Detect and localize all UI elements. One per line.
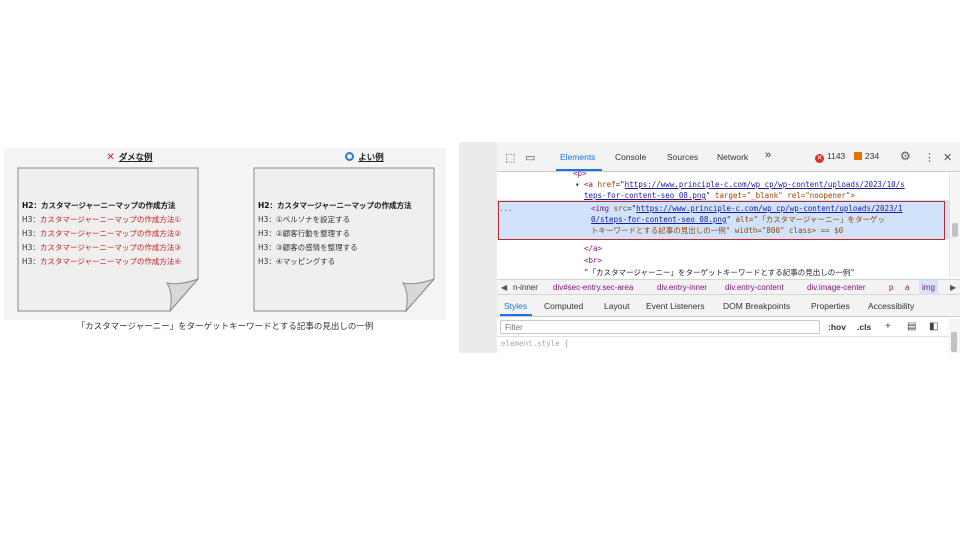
bad-h3-heading: H3：カスタマージャーニーマップの作成方法④ [22,257,182,266]
tab-computed[interactable]: Computed [544,301,583,311]
dom-node-p[interactable]: <p> [573,168,587,179]
dom-text-node[interactable]: "「カスタマージャーニー」をターゲットキーワードとする記事の見出しの一例" [584,267,855,278]
active-subtab-indicator [500,314,532,316]
tab-network[interactable]: Network [717,152,748,162]
breadcrumb-item[interactable]: div.entry-inner [657,283,707,292]
warning-icon [854,152,862,160]
bad-h3-heading: H3：カスタマージャーニーマップの作成方法② [22,229,182,238]
dom-node-a-cont: teps-for-content-seo_08.png" target="_bl… [584,191,855,200]
error-icon: ✕ [815,154,824,163]
cls-button[interactable]: .cls [857,322,871,332]
tab-layout[interactable]: Layout [604,301,630,311]
breadcrumb: ◀ n-inner div#sec-entry.sec-area div.ent… [497,279,960,295]
scrollbar-thumb[interactable] [952,223,958,237]
bad-h3-heading: H3：カスタマージャーニーマップの作成方法① [22,215,182,224]
dom-node-a-close[interactable]: </a> [584,243,602,254]
breadcrumb-item[interactable]: p [889,283,893,292]
bad-h3-heading: H3：カスタマージャーニーマップの作成方法③ [22,243,182,252]
styles-scrollbar[interactable] [949,318,960,353]
dom-node-br[interactable]: <br> [584,255,602,266]
device-toolbar-icon[interactable]: ▭ [525,151,535,164]
breadcrumb-item[interactable]: div#sec-entry.sec-area [553,283,633,292]
good-h3-heading: H3：②顧客行動を整理する [258,229,351,238]
tab-console[interactable]: Console [615,152,646,162]
breadcrumb-item-active[interactable]: img [919,280,938,295]
good-h2-heading: H2：カスタマージャーニーマップの作成方法 [258,201,412,210]
paint-brush-icon[interactable]: ▤ [907,321,916,332]
toggle-sidebar-icon[interactable]: ◧ [929,321,938,332]
breadcrumb-item[interactable]: n-inner [513,283,538,292]
hov-button[interactable]: :hov [828,322,846,332]
devtools-toolbar: ⬚ ▭ Elements Console Sources Network » ✕… [497,142,960,172]
devtools-panel: ⬚ ▭ Elements Console Sources Network » ✕… [497,142,960,353]
breadcrumb-item[interactable]: div.image-center [807,283,866,292]
tab-dom-breakpoints[interactable]: DOM Breakpoints [723,301,790,311]
tab-elements[interactable]: Elements [560,152,595,162]
styles-filter-bar: :hov .cls + ▤ ◧ [497,318,960,337]
good-h3-heading: H3：①ペルソナを設定する [258,215,351,224]
inspect-element-icon[interactable]: ⬚ [505,151,515,164]
tab-sources[interactable]: Sources [667,152,698,162]
tab-styles[interactable]: Styles [504,301,527,311]
bad-example-title: ✕ ダメな例 [52,151,207,163]
error-count-badge[interactable]: ✕ 1143 [815,151,845,163]
good-example-note: H2：カスタマージャーニーマップの作成方法 H3：①ペルソナを設定する H3：②… [253,167,436,312]
warning-count-badge[interactable]: 234 [854,151,879,161]
element-style-rule[interactable]: element.style { [501,339,569,348]
tab-accessibility[interactable]: Accessibility [868,301,914,311]
figure-caption: 「カスタマージャーニー」をターゲットキーワードとする記事の見出しの一例 [76,322,374,332]
good-h3-heading: H3：③顧客の感情を整理する [258,243,358,252]
kebab-menu-icon[interactable]: ⋮ [924,151,935,164]
filter-input[interactable] [500,320,820,334]
more-tabs-chevron-icon[interactable]: » [765,149,771,161]
tab-properties[interactable]: Properties [811,301,850,311]
close-icon[interactable]: ✕ [943,151,952,164]
breadcrumb-left-arrow-icon[interactable]: ◀ [501,283,507,292]
bad-example-label: ダメな例 [118,153,153,163]
bad-h2-heading: H2：カスタマージャーニーマップの作成方法 [22,201,176,210]
good-example-label: よい例 [358,153,384,163]
scrollbar-thumb[interactable] [951,332,957,352]
dom-tree-scrollbar[interactable] [949,173,960,277]
dom-node-a[interactable]: ▾ <a href="https://www.principle-c.com/w… [575,179,905,190]
dom-tree[interactable]: <p> ▾ <a href="https://www.principle-c.c… [497,169,949,279]
circle-mark-icon [345,152,355,161]
breadcrumb-right-arrow-icon[interactable]: ▶ [950,283,956,292]
new-style-rule-icon[interactable]: + [885,321,891,332]
breadcrumb-item[interactable]: div.entry-content [725,283,784,292]
tab-event-listeners[interactable]: Event Listeners [646,301,705,311]
gear-icon[interactable]: ⚙ [900,149,911,163]
styles-subtabs: Styles Computed Layout Event Listeners D… [497,295,960,317]
page-gutter [459,142,497,353]
breadcrumb-item[interactable]: a [905,283,909,292]
good-h3-heading: H3：④マッピングする [258,257,336,266]
x-mark-icon: ✕ [106,152,115,163]
bad-example-note: H2：カスタマージャーニーマップの作成方法 H3：カスタマージャーニーマップの作… [17,167,200,312]
good-example-title: よい例 [287,151,442,163]
highlight-box [498,201,945,240]
headline-example-figure: ✕ ダメな例 よい例 H2：カスタマージャーニーマップの作成方法 H3：カスタマー… [4,148,446,320]
